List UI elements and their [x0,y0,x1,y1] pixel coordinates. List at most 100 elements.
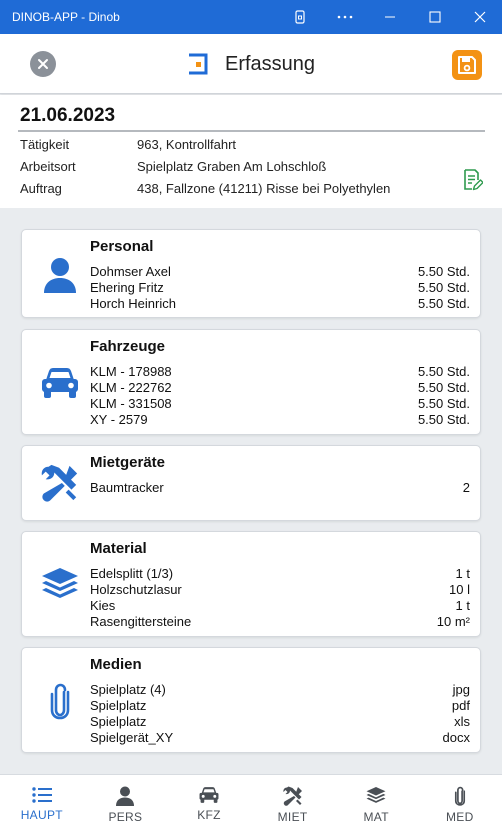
item-name: Rasengittersteine [90,614,192,629]
item-value: 1 t [455,566,470,581]
window-snap-button[interactable] [277,0,322,34]
nav-item-med[interactable]: MED [418,775,502,832]
list-item: Baumtracker 2 [90,480,470,496]
app-header: Erfassung [0,34,502,94]
window-close-button[interactable] [457,0,502,34]
card-fahrzeuge[interactable]: Fahrzeuge KLM - 178988 5.50 Std. KLM - 22… [21,329,481,435]
card-lines: Edelsplitt (1/3) 1 t Holzschutzlasur 10 l … [90,566,470,630]
nav-item-pers[interactable]: PERS [84,775,168,832]
list-item: Spielplatz xls [90,714,470,730]
date-heading: 21.06.2023 [20,105,116,126]
list-item: KLM - 222762 5.50 Std. [90,380,470,396]
nav-label: MED [445,810,474,824]
list-item: Dohmser Axel 5.50 Std. [90,264,470,280]
list-item: Spielplatz (4) jpg [90,682,470,698]
info-value: Spielplatz Graben Am Lohschloß [137,159,327,174]
close-icon [38,59,48,69]
card-personal[interactable]: Personal Dohmser Axel 5.50 Std. Ehering F… [21,229,481,318]
paperclip-icon [454,786,465,806]
item-name: Spielplatz (4) [90,682,166,697]
card-lines: Spielplatz (4) jpg Spielplatz pdf Spielpla… [90,682,470,746]
window-titlebar: DINOB-APP - Dinob [0,0,502,34]
nav-item-mat[interactable]: MAT [334,775,418,832]
info-label: Auftrag [20,181,62,196]
info-row-taetigkeit: Tätigkeit 963, Kontrollfahrt [20,137,236,152]
item-name: KLM - 222762 [90,380,172,395]
card-mietgeraete[interactable]: Mietgeräte Baumtracker 2 [21,445,481,521]
nav-label: PERS [108,810,143,824]
window-maximize-button[interactable] [412,0,457,34]
info-value: 963, Kontrollfahrt [137,137,237,152]
info-row-auftrag: Auftrag 438, Fallzone (41211) Risse bei P… [20,181,390,196]
item-name: Dohmser Axel [90,264,171,279]
car-icon [199,787,219,803]
edit-document-icon[interactable] [461,168,483,192]
item-name: Kies [90,598,116,613]
save-icon [458,56,476,74]
card-material[interactable]: Material Edelsplitt (1/3) 1 t Holzschutzl… [21,531,481,637]
list-item: KLM - 331508 5.50 Std. [90,396,470,412]
nav-item-miet[interactable]: MIET [251,775,335,832]
list-item: Kies 1 t [90,598,470,614]
maximize-icon [428,11,441,23]
item-value: 10 l [449,582,470,597]
layers-icon [40,565,80,605]
item-value: 5.50 Std. [417,380,470,395]
card-lines: KLM - 178988 5.50 Std. KLM - 222762 5.50 S… [90,364,470,428]
nav-item-haupt[interactable]: HAUPT [0,775,84,832]
card-title: Personal [90,238,154,255]
item-value: 10 m² [436,614,470,629]
list-item: Edelsplitt (1/3) 1 t [90,566,470,582]
item-name: Spielgerät_XY [90,730,174,745]
card-title: Material [90,540,147,557]
item-name: Spielplatz [90,714,147,729]
item-value: docx [442,730,470,745]
card-title: Medien [90,656,142,673]
minimize-icon [384,16,395,18]
nav-label: MIET [277,810,308,824]
list-item: KLM - 178988 5.50 Std. [90,364,470,380]
item-name: Edelsplitt (1/3) [90,566,174,581]
list-item: Horch Heinrich 5.50 Std. [90,296,470,312]
item-value: 5.50 Std. [417,396,470,411]
item-value: xls [454,714,470,729]
item-value: 2 [462,480,470,495]
window-minimize-button[interactable] [367,0,412,34]
item-value: 5.50 Std. [417,264,470,279]
item-name: Ehering Fritz [90,280,164,295]
item-value: jpg [452,682,470,697]
card-medien[interactable]: Medien Spielplatz (4) jpg Spielplatz pdf S… [21,647,481,753]
nav-label: MAT [363,810,389,824]
item-name: Holzschutzlasur [90,582,182,597]
more-icon [337,15,352,19]
info-section: 21.06.2023 Tätigkeit 963, Kontrollfahrt A… [0,95,502,208]
layers-icon [366,787,386,803]
card-title: Mietgeräte [90,454,166,471]
item-name: Spielplatz [90,698,147,713]
item-value: pdf [451,698,470,713]
list-item: Rasengittersteine 10 m² [90,614,470,630]
divider [18,130,485,132]
item-name: Horch Heinrich [90,296,176,311]
item-value: 5.50 Std. [417,412,470,427]
close-icon [474,11,485,23]
list-item: Holzschutzlasur 10 l [90,582,470,598]
item-name: XY - 2579 [90,412,148,427]
window-more-button[interactable] [322,0,367,34]
item-name: KLM - 331508 [90,396,172,411]
tools-icon [282,786,302,806]
card-lines: Baumtracker 2 [90,480,470,496]
cancel-button[interactable] [30,51,56,77]
list-icon [32,787,52,803]
item-value: 5.50 Std. [417,296,470,311]
person-icon [116,786,135,806]
paperclip-icon [40,681,80,721]
nav-label: HAUPT [20,808,63,822]
tools-icon [40,463,80,503]
page-title: Erfassung [225,53,316,75]
item-name: Baumtracker [90,480,164,495]
person-icon [40,255,80,295]
nav-item-kfz[interactable]: KFZ [167,775,251,832]
car-icon [40,363,80,403]
save-button[interactable] [452,50,482,80]
